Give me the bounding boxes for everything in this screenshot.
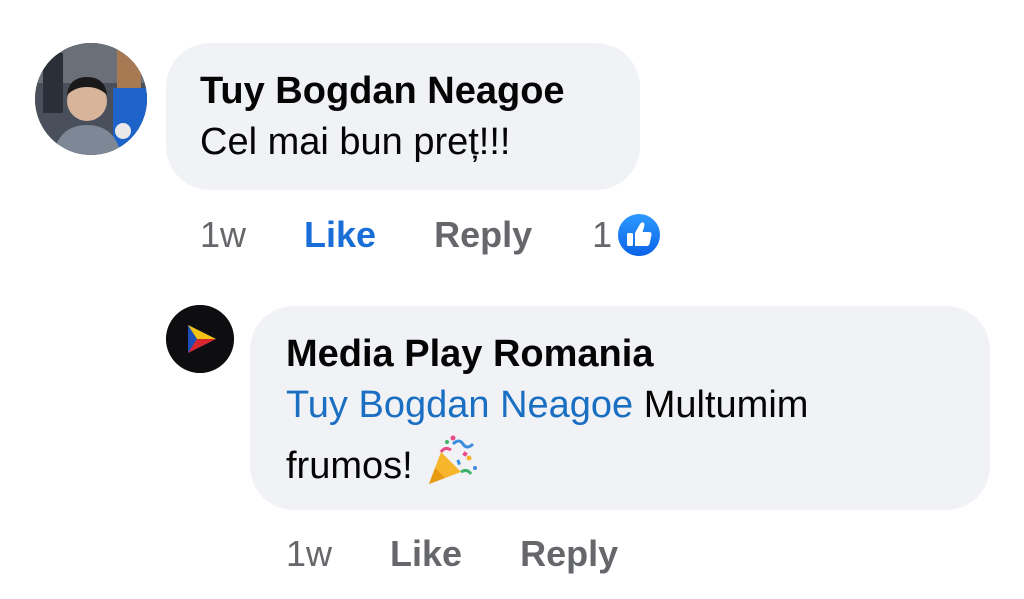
- reply-text: Tuy Bogdan Neagoe Multumim frumos!: [286, 376, 954, 495]
- party-popper-icon: [429, 435, 478, 484]
- page-avatar[interactable]: [166, 305, 234, 373]
- comment-actions: 1w Like Reply 1: [200, 212, 663, 258]
- reaction-count: 1: [592, 214, 613, 255]
- like-reaction-icon: [616, 212, 663, 258]
- comment-author[interactable]: Tuy Bogdan Neagoe: [200, 69, 606, 113]
- person-photo-icon: [35, 43, 147, 155]
- comment-timestamp[interactable]: 1w: [200, 214, 246, 256]
- comment-text: Cel mai bun preț!!!: [200, 121, 511, 163]
- reply-text-line1: Multumim: [633, 384, 809, 426]
- like-button[interactable]: Like: [304, 214, 376, 256]
- reply-bubble: Media Play Romania Tuy Bogdan Neagoe Mul…: [250, 306, 990, 510]
- reply-text-line2: frumos!: [286, 445, 424, 487]
- comment-thread: Tuy Bogdan Neagoe Cel mai bun preț!!! 1w…: [0, 0, 1024, 599]
- mention-link[interactable]: Tuy Bogdan Neagoe: [286, 384, 633, 426]
- reaction-summary[interactable]: 1: [592, 212, 663, 258]
- commenter-avatar[interactable]: [35, 43, 147, 155]
- reply-button[interactable]: Reply: [434, 214, 532, 256]
- reply-author[interactable]: Media Play Romania: [286, 332, 954, 376]
- reply-reply-button[interactable]: Reply: [520, 533, 618, 575]
- reply-actions: 1w Like Reply: [286, 533, 618, 575]
- comment-bubble: Tuy Bogdan Neagoe Cel mai bun preț!!!: [166, 43, 640, 190]
- reply-like-button[interactable]: Like: [390, 533, 462, 575]
- reply-timestamp[interactable]: 1w: [286, 533, 332, 575]
- media-play-logo-icon: [166, 305, 234, 373]
